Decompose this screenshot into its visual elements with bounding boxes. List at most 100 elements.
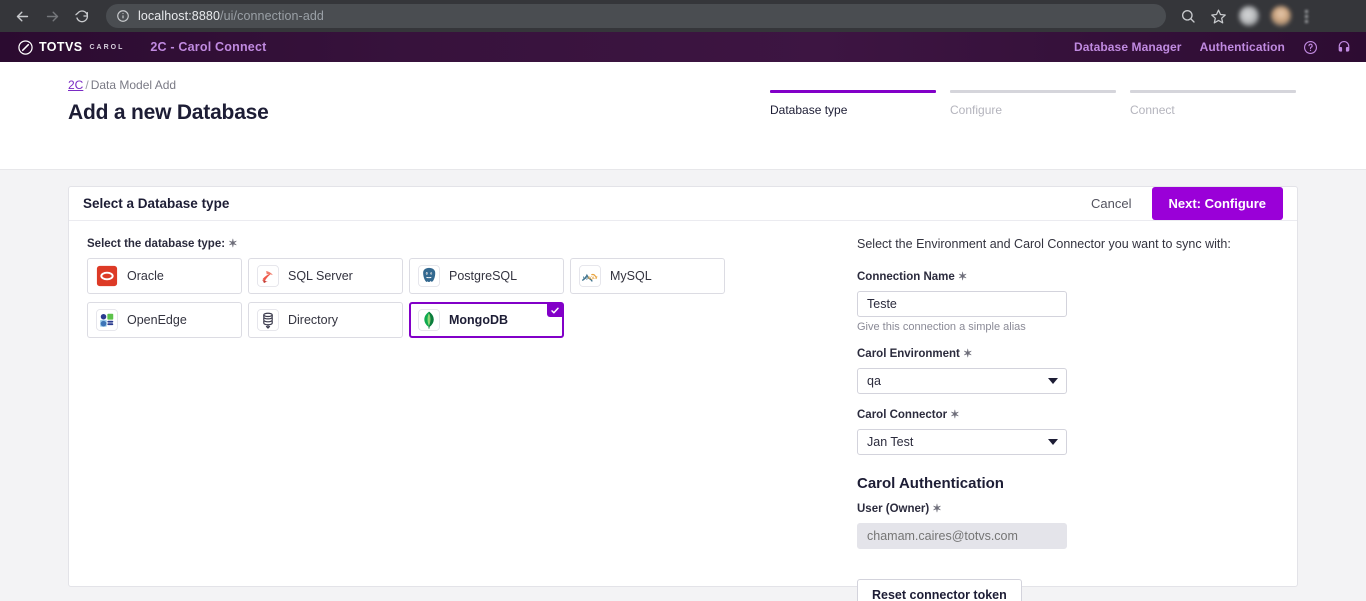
carol-connector-select-wrap: Jan Test	[857, 429, 1067, 455]
url-host: localhost:8880	[138, 9, 221, 23]
cancel-button[interactable]: Cancel	[1079, 190, 1143, 217]
nav-item-database-manager[interactable]: Database Manager	[1074, 40, 1182, 54]
extension-icon[interactable]	[1239, 6, 1259, 26]
openedge-icon	[96, 309, 118, 331]
carol-connector-label-text: Carol Connector	[857, 409, 948, 421]
user-owner-group: User (Owner) ✶	[857, 502, 1279, 549]
db-type-label: SQL Server	[288, 269, 353, 283]
carol-connector-select[interactable]: Jan Test	[857, 429, 1067, 455]
db-type-option-postgresql[interactable]: PostgreSQL	[409, 258, 564, 294]
step-progress-bar	[1130, 90, 1296, 93]
header-nav: Database Manager Authentication	[1074, 39, 1352, 55]
carol-connector-label: Carol Connector ✶	[857, 408, 1279, 421]
required-marker: ✶	[963, 348, 973, 360]
arrow-right-icon	[46, 11, 58, 21]
help-button[interactable]	[1303, 40, 1318, 55]
card-title: Select a Database type	[83, 196, 230, 211]
next-configure-button[interactable]: Next: Configure	[1151, 187, 1283, 220]
step-label: Connect	[1130, 103, 1175, 117]
step-indicator: Database type Configure Connect	[770, 90, 1296, 117]
avatar[interactable]	[1271, 6, 1291, 26]
search-icon	[1182, 10, 1195, 23]
connection-name-help: Give this connection a simple alias	[857, 321, 1026, 333]
reload-button[interactable]	[68, 2, 96, 30]
bookmark-button[interactable]	[1204, 2, 1232, 30]
step-database-type[interactable]: Database type	[770, 90, 936, 117]
sql-server-icon	[257, 265, 279, 287]
totvs-logo-icon	[18, 39, 33, 55]
main-content: Select a Database type Cancel Next: Conf…	[0, 170, 1366, 601]
page-header: 2C / Data Model Add Add a new Database Dat…	[0, 62, 1366, 170]
connection-name-input[interactable]	[857, 291, 1067, 317]
headset-icon	[1338, 41, 1350, 52]
db-type-option-oracle[interactable]: Oracle	[87, 258, 242, 294]
directory-icon	[257, 309, 279, 331]
breadcrumb-current: Data Model Add	[90, 78, 177, 92]
required-marker: ✶	[932, 503, 942, 515]
mysql-icon: My SQL	[579, 265, 601, 287]
question-circle-icon	[1304, 40, 1317, 54]
kebab-menu-icon[interactable]	[1298, 7, 1314, 25]
breadcrumb-separator: /	[85, 78, 89, 92]
address-bar[interactable]: localhost:8880/ui/connection-add	[106, 4, 1166, 28]
db-type-option-mongodb[interactable]: MongoDB	[409, 302, 564, 338]
brand-name: TOTVS	[39, 40, 83, 54]
step-progress-bar	[770, 90, 936, 93]
browser-actions	[1174, 2, 1316, 30]
database-type-label: Select the database type: ✶	[87, 237, 787, 250]
user-owner-label: User (Owner) ✶	[857, 502, 1279, 515]
info-circle-icon[interactable]	[116, 9, 130, 23]
step-progress-bar	[950, 90, 1116, 93]
search-button[interactable]	[1174, 2, 1202, 30]
card-body: Select the database type: ✶ Oracle SQL S…	[69, 221, 1297, 601]
step-connect[interactable]: Connect	[1130, 90, 1296, 117]
card-header: Select a Database type Cancel Next: Conf…	[69, 187, 1297, 221]
app-title: 2C - Carol Connect	[150, 40, 267, 54]
db-type-option-sql-server[interactable]: SQL Server	[248, 258, 403, 294]
app-header: TOTVS CAROL 2C - Carol Connect Database …	[0, 32, 1366, 62]
user-owner-label-text: User (Owner)	[857, 503, 930, 515]
check-icon	[551, 307, 559, 313]
support-button[interactable]	[1336, 39, 1352, 55]
url-path: /ui/connection-add	[220, 9, 324, 23]
database-type-grid: Oracle SQL Server PostgreSQL My SQL MySQ…	[87, 258, 787, 338]
postgresql-icon	[418, 265, 440, 287]
breadcrumb-link-2c[interactable]: 2C	[68, 78, 83, 92]
connection-name-label-text: Connection Name	[857, 271, 955, 283]
selected-check-badge	[547, 303, 563, 317]
connection-form: Select the Environment and Carol Connect…	[787, 237, 1279, 601]
reload-icon	[75, 10, 89, 23]
reset-connector-token-button[interactable]: Reset connector token	[857, 579, 1022, 601]
svg-text:SQL: SQL	[588, 276, 596, 280]
carol-environment-label-text: Carol Environment	[857, 348, 960, 360]
carol-connector-group: Carol Connector ✶ Jan Test	[857, 408, 1279, 455]
database-type-label-text: Select the database type:	[87, 238, 226, 250]
db-type-label: MongoDB	[449, 313, 509, 327]
connection-name-group: Connection Name ✶ Give this connection a…	[857, 270, 1279, 333]
carol-environment-label: Carol Environment ✶	[857, 347, 1279, 360]
url-text: localhost:8880/ui/connection-add	[138, 9, 324, 23]
nav-item-authentication[interactable]: Authentication	[1200, 40, 1285, 54]
db-type-option-mysql[interactable]: My SQL MySQL	[570, 258, 725, 294]
brand-product: CAROL	[89, 43, 125, 51]
brand-logo-group[interactable]: TOTVS CAROL	[18, 39, 125, 55]
star-icon	[1210, 8, 1226, 24]
back-button[interactable]	[8, 2, 36, 30]
database-type-selector: Select the database type: ✶ Oracle SQL S…	[87, 237, 787, 601]
db-type-label: OpenEdge	[127, 313, 187, 327]
arrow-left-icon	[16, 11, 28, 21]
step-configure[interactable]: Configure	[950, 90, 1116, 117]
oracle-icon	[96, 265, 118, 287]
db-type-label: Oracle	[127, 269, 164, 283]
db-type-label: PostgreSQL	[449, 269, 518, 283]
step-label: Configure	[950, 103, 1003, 117]
db-type-option-openedge[interactable]: OpenEdge	[87, 302, 242, 338]
carol-authentication-title: Carol Authentication	[857, 475, 1004, 492]
connection-name-label: Connection Name ✶	[857, 270, 1279, 283]
carol-environment-select[interactable]: qa	[857, 368, 1067, 394]
database-type-card: Select a Database type Cancel Next: Conf…	[68, 186, 1298, 601]
forward-button[interactable]	[38, 2, 66, 30]
required-marker: ✶	[957, 271, 968, 283]
carol-environment-select-wrap: qa	[857, 368, 1067, 394]
db-type-option-directory[interactable]: Directory	[248, 302, 403, 338]
